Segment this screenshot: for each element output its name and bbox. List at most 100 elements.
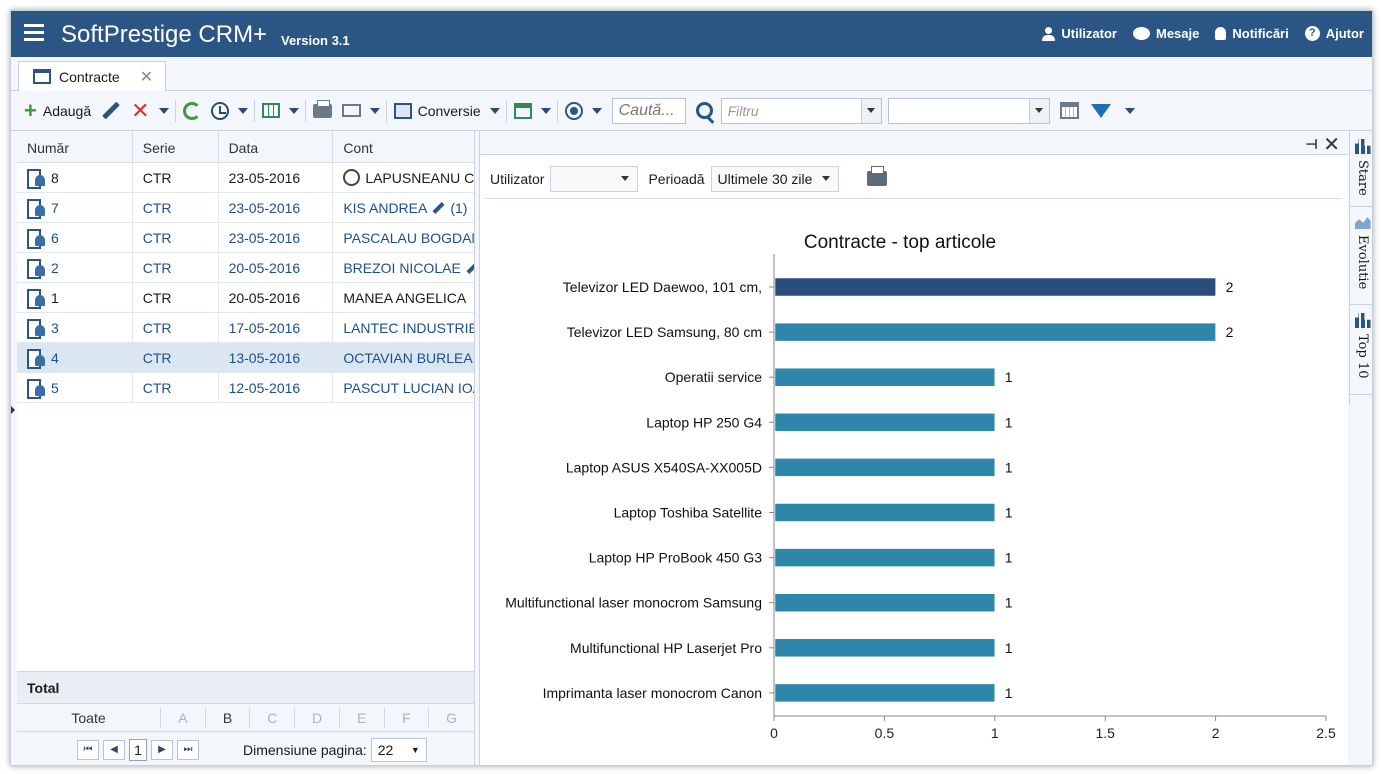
convert-dropdown-caret[interactable] <box>489 107 500 114</box>
alpha-letter[interactable]: C <box>250 707 296 728</box>
printer-icon[interactable] <box>867 166 888 186</box>
user-icon <box>1042 26 1056 41</box>
tab-close-icon[interactable]: ✕ <box>140 67 153 87</box>
table-row-selected[interactable]: 4 CTR 13-05-2016 OCTAVIAN BURLEA <box>17 343 474 373</box>
data-label: 1 <box>1005 414 1013 430</box>
cell-numar: 3 <box>51 320 59 336</box>
period-select[interactable]: Ultimele 30 zile <box>710 165 840 192</box>
column-header-numar[interactable]: Număr <box>17 131 133 163</box>
column-header-serie[interactable]: Serie <box>133 131 219 163</box>
search-icon[interactable] <box>695 102 713 119</box>
calendar-icon[interactable] <box>1059 102 1079 119</box>
nav-messages[interactable]: Mesaje <box>1133 26 1199 41</box>
y-tick-label: Laptop HP ProBook 450 G3 <box>589 550 763 566</box>
alpha-letter[interactable]: F <box>385 707 430 728</box>
page-size-select[interactable]: 22 ▼ <box>370 737 427 762</box>
data-label: 1 <box>1005 369 1013 385</box>
cell-cont: PASCUT LUCIAN IOAN <box>343 380 474 396</box>
side-tab-top10[interactable]: Top 10 <box>1350 305 1372 395</box>
funnel-filter-icon[interactable] <box>1090 103 1111 118</box>
layout-dropdown-caret[interactable] <box>540 107 551 114</box>
period-filter-select[interactable] <box>887 97 1050 124</box>
filter-dropdown-caret[interactable] <box>1124 107 1135 114</box>
page-number-input[interactable]: 1 <box>129 738 147 761</box>
cell-data: 23-05-2016 <box>219 163 334 193</box>
email-dropdown-caret[interactable] <box>369 107 380 114</box>
y-tick-label: Laptop ASUS X540SA-XX005D <box>566 459 762 475</box>
nav-user-label: Utilizator <box>1061 26 1117 41</box>
hamburger-menu-icon[interactable] <box>24 24 44 42</box>
filter-select[interactable]: Filtru <box>720 97 882 124</box>
column-header-data[interactable]: Data <box>219 131 334 163</box>
table-row[interactable]: 3 CTR 17-05-2016 LANTEC INDUSTRIES <box>17 313 474 343</box>
contract-icon <box>27 169 45 189</box>
help-icon: ? <box>1304 26 1320 41</box>
alpha-letter[interactable]: E <box>340 707 385 728</box>
pin-icon[interactable]: ⊣ <box>1305 136 1318 153</box>
add-button[interactable]: + Adaugă <box>19 97 96 125</box>
cell-data: 12-05-2016 <box>219 373 334 403</box>
email-button[interactable] <box>337 97 366 125</box>
search-input[interactable]: Caută... <box>611 97 686 124</box>
column-header-cont[interactable]: Cont <box>333 131 474 163</box>
alpha-letter[interactable]: D <box>295 707 340 728</box>
nav-user[interactable]: Utilizator <box>1042 26 1117 41</box>
delete-dropdown-caret[interactable] <box>158 107 169 114</box>
user-filter-select[interactable] <box>550 165 639 192</box>
side-tab-stare[interactable]: Stare <box>1350 131 1372 207</box>
app-window: SoftPrestige CRM+ Version 3.1 Utilizator… <box>10 10 1373 766</box>
layout-button[interactable] <box>509 97 537 125</box>
plus-icon: + <box>24 97 37 123</box>
bar <box>774 503 996 522</box>
data-label: 2 <box>1226 324 1234 340</box>
view-mode-dropdown-caret[interactable] <box>591 107 602 114</box>
refresh-button[interactable] <box>178 97 206 125</box>
bar <box>774 683 996 703</box>
cell-data: 17-05-2016 <box>219 313 334 343</box>
last-page-button[interactable]: ⏭ <box>177 739 199 760</box>
nav-help[interactable]: ? Ajutor <box>1304 26 1364 41</box>
delete-button[interactable]: ✕ <box>126 97 154 125</box>
convert-button[interactable]: Conversie <box>389 97 486 125</box>
table-row[interactable]: 8 CTR 23-05-2016 LAPUSNEANU C <box>17 163 474 193</box>
splitter-expand-icon[interactable] <box>11 406 15 414</box>
export-excel-button[interactable] <box>257 97 285 125</box>
table-row[interactable]: 2 CTR 20-05-2016 BREZOI NICOLAE <box>17 253 474 283</box>
message-bubble-icon <box>1133 27 1150 40</box>
bar <box>774 413 996 432</box>
table-row[interactable]: 5 CTR 12-05-2016 PASCUT LUCIAN IOAN <box>17 373 474 403</box>
cell-numar: 6 <box>51 230 59 246</box>
next-page-button[interactable]: ▶ <box>151 739 173 760</box>
history-button[interactable] <box>206 97 234 125</box>
chevron-down-icon <box>860 98 881 123</box>
alpha-letter[interactable]: B <box>206 707 251 728</box>
alpha-letter[interactable]: A <box>161 707 206 728</box>
nav-notifications[interactable]: Notificări <box>1215 26 1289 41</box>
x-tick-label: 0 <box>770 725 778 741</box>
close-icon[interactable]: ✕ <box>1323 132 1340 157</box>
print-button[interactable] <box>308 97 337 125</box>
table-row[interactable]: 7 CTR 23-05-2016 KIS ANDREA (1) <box>17 193 474 223</box>
tab-contracte[interactable]: Contracte ✕ <box>18 61 166 91</box>
cell-serie: CTR <box>133 313 219 343</box>
edit-button[interactable] <box>96 97 126 125</box>
table-row[interactable]: 6 CTR 23-05-2016 PASCALAU BOGDAN <box>17 223 474 253</box>
view-mode-button[interactable] <box>560 97 588 125</box>
bar <box>774 367 996 387</box>
cell-serie: CTR <box>133 193 219 223</box>
alpha-letter[interactable]: G <box>429 708 474 728</box>
tab-strip: Contracte ✕ <box>11 57 1372 91</box>
bar <box>774 458 996 477</box>
prev-page-button[interactable]: ◀ <box>103 739 125 760</box>
history-dropdown-caret[interactable] <box>237 107 248 114</box>
pencil-icon <box>432 202 445 215</box>
toolbar-divider <box>556 99 558 122</box>
y-tick-label: Televizor LED Samsung, 80 cm <box>567 324 762 340</box>
first-page-button[interactable]: ⏮ <box>77 739 99 760</box>
toolbar-divider <box>505 99 507 122</box>
toolbar: + Adaugă ✕ Conversie Caută... Filtru <box>11 91 1372 131</box>
alpha-all[interactable]: Toate <box>17 707 162 728</box>
export-dropdown-caret[interactable] <box>288 107 299 114</box>
table-row[interactable]: 1 CTR 20-05-2016 MANEA ANGELICA <box>17 283 474 313</box>
side-tab-evolutie[interactable]: Evolutie <box>1350 207 1372 305</box>
